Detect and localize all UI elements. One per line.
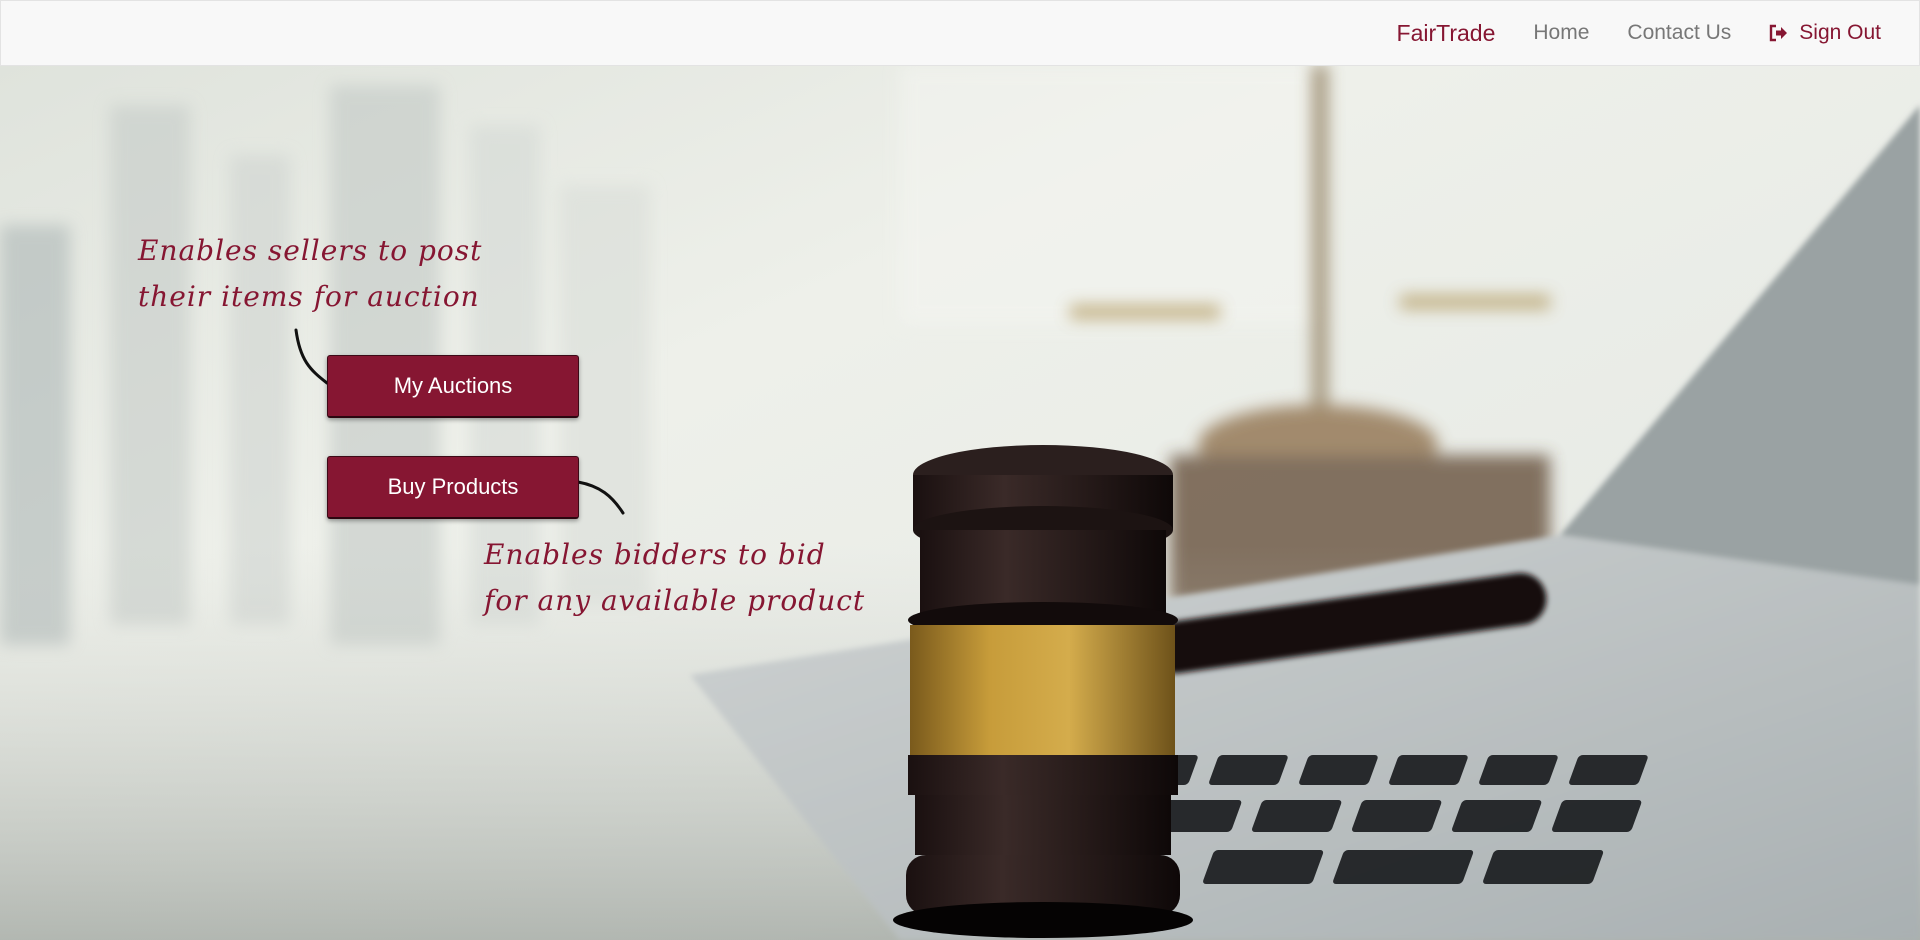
sign-out-link[interactable]: Sign Out xyxy=(1769,21,1881,45)
page: FairTrade Home Contact Us Sign Out Enabl… xyxy=(0,0,1920,940)
bidders-annotation: Enables bidders to bid for any available… xyxy=(484,532,865,624)
bidders-annotation-line-1: Enables bidders to bid xyxy=(484,538,826,571)
sign-out-label: Sign Out xyxy=(1799,21,1881,44)
brand-link[interactable]: FairTrade xyxy=(1397,20,1496,47)
nav-links: FairTrade Home Contact Us Sign Out xyxy=(1397,1,1881,65)
buy-products-button[interactable]: Buy Products xyxy=(327,456,579,519)
sellers-annotation-line-2: their items for auction xyxy=(138,280,480,313)
my-auctions-button[interactable]: My Auctions xyxy=(327,355,579,418)
sign-out-icon xyxy=(1770,24,1788,42)
gavel-laptop-background-image xyxy=(0,65,1920,940)
contact-us-link[interactable]: Contact Us xyxy=(1627,21,1731,45)
hero-background xyxy=(0,65,1920,940)
bidders-annotation-line-2: for any available product xyxy=(484,584,866,617)
sellers-annotation: Enables sellers to post their items for … xyxy=(138,228,482,320)
sellers-annotation-line-1: Enables sellers to post xyxy=(138,234,483,267)
home-link[interactable]: Home xyxy=(1533,21,1589,45)
top-navbar: FairTrade Home Contact Us Sign Out xyxy=(0,0,1920,66)
